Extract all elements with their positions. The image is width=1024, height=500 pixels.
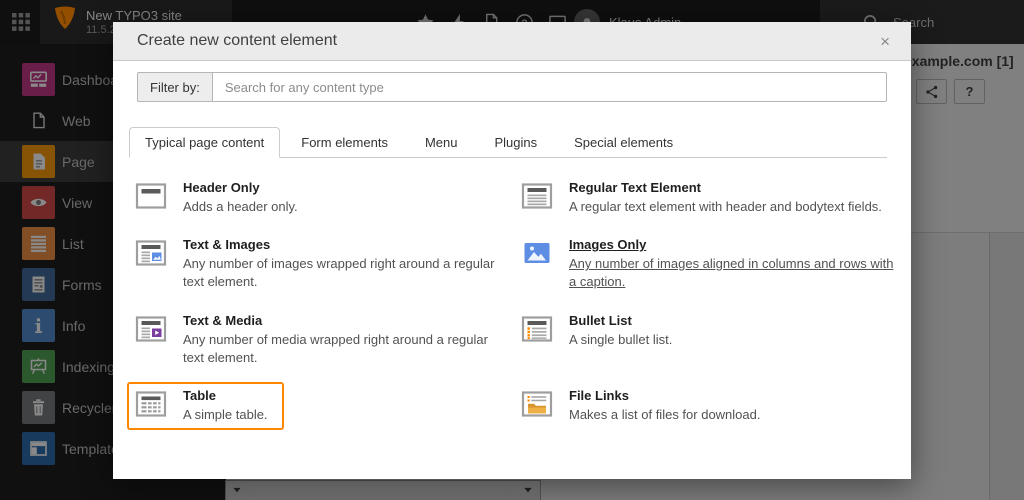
- content-element-description: Any number of images aligned in columns …: [569, 255, 895, 291]
- modal-body: Filter by: Typical page contentForm elem…: [113, 61, 911, 479]
- tab-plugins[interactable]: Plugins: [478, 127, 553, 158]
- ce-text-icon: [521, 180, 553, 212]
- ce-header-icon: [135, 180, 167, 212]
- ce-textmedia-icon: [135, 313, 167, 345]
- filter-label: Filter by:: [137, 72, 212, 102]
- content-element-description: Adds a header only.: [183, 198, 298, 216]
- tab-special-elements[interactable]: Special elements: [558, 127, 689, 158]
- content-element-description: A single bullet list.: [569, 331, 672, 349]
- content-element-description: Any number of media wrapped right around…: [183, 331, 509, 367]
- content-element-title: Bullet List: [569, 313, 672, 328]
- content-type-search-input[interactable]: [212, 72, 887, 102]
- content-element-table[interactable]: Table A simple table.: [127, 382, 284, 430]
- typo3-backend: New TYPO3 site 11.5.2 ? Klaus Admin Sear…: [0, 0, 1024, 500]
- content-element-header-only[interactable]: Header Only Adds a header only.: [127, 174, 511, 222]
- content-element-description: A simple table.: [183, 406, 268, 424]
- ce-textpic-icon: [135, 237, 167, 269]
- close-icon[interactable]: ×: [873, 31, 897, 52]
- content-element-title: File Links: [569, 388, 760, 403]
- tab-form-elements[interactable]: Form elements: [285, 127, 404, 158]
- content-element-title: Regular Text Element: [569, 180, 882, 195]
- content-element-description: Makes a list of files for download.: [569, 406, 760, 424]
- ce-table-icon: [135, 388, 167, 420]
- content-element-images-only[interactable]: Images Only Any number of images aligned …: [513, 231, 897, 297]
- ce-bullets-icon: [521, 313, 553, 345]
- content-element-file-links[interactable]: File Links Makes a list of files for down…: [513, 382, 897, 430]
- content-element-text-images[interactable]: Text & Images Any number of images wrappe…: [127, 231, 511, 297]
- tab-typical-page-content[interactable]: Typical page content: [129, 127, 280, 158]
- content-element-description: A regular text element with header and b…: [569, 198, 882, 216]
- create-content-modal: Create new content element × Filter by: …: [113, 22, 911, 479]
- content-element-bullet-list[interactable]: Bullet List A single bullet list.: [513, 307, 897, 373]
- modal-tabs: Typical page contentForm elementsMenuPlu…: [129, 127, 887, 158]
- content-element-text-media[interactable]: Text & Media Any number of media wrapped …: [127, 307, 511, 373]
- content-element-regular-text-element[interactable]: Regular Text Element A regular text eleme…: [513, 174, 897, 222]
- modal-title: Create new content element: [137, 32, 873, 50]
- content-element-title: Table: [183, 388, 268, 403]
- content-element-title: Text & Images: [183, 237, 509, 252]
- content-element-title: Header Only: [183, 180, 298, 195]
- content-element-title: Text & Media: [183, 313, 509, 328]
- ce-image-icon: [521, 237, 553, 269]
- content-element-grid: Header Only Adds a header only. Regular Te…: [127, 174, 897, 439]
- tab-menu[interactable]: Menu: [409, 127, 474, 158]
- modal-header: Create new content element ×: [113, 22, 911, 61]
- ce-filelinks-icon: [521, 388, 553, 420]
- filter-group: Filter by:: [137, 72, 887, 102]
- content-element-title: Images Only: [569, 237, 895, 252]
- content-element-description: Any number of images wrapped right aroun…: [183, 255, 509, 291]
